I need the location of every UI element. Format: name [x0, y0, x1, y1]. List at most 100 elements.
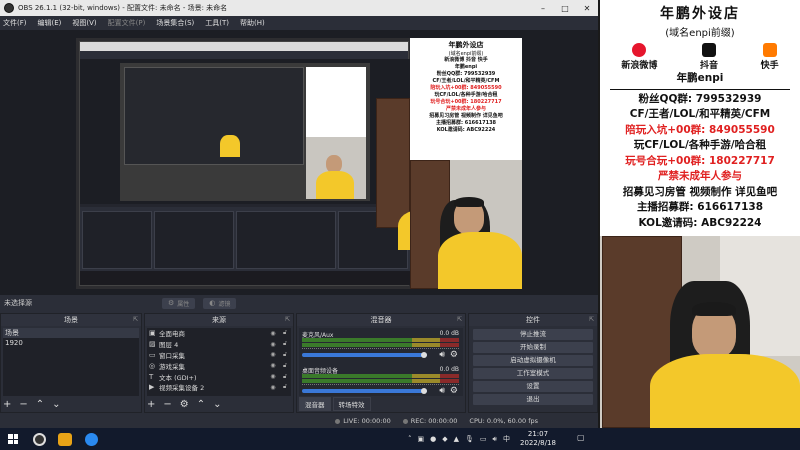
browser-taskbar-icon[interactable] [78, 428, 104, 450]
lock-icon[interactable]: 🔓︎ [279, 351, 291, 359]
remove-scene-button[interactable]: − [19, 399, 27, 410]
volume-slider-handle[interactable] [421, 352, 427, 358]
tab-mixer[interactable]: 混音器 [299, 397, 331, 411]
no-source-label: 未选择源 [4, 299, 32, 307]
speaker-icon[interactable]: 🔊︎ [439, 386, 445, 396]
eye-icon[interactable]: ◉ [267, 384, 279, 391]
source-item[interactable]: ◎ 游戏采集 ◉ 🔓︎ [147, 360, 291, 371]
controls-header: 控件 ⇱ [469, 314, 597, 326]
menu-tools[interactable]: 工具(T) [205, 18, 229, 28]
dock-float-icon[interactable]: ⇱ [457, 314, 462, 326]
tray-app-icon[interactable]: ● [430, 435, 436, 443]
studio-mode-button[interactable]: 工作室模式 [473, 368, 593, 379]
app-taskbar-icon[interactable] [52, 428, 78, 450]
menu-scene-collection[interactable]: 场景集合(S) [156, 18, 194, 28]
microphone-icon[interactable]: 🎙︎ [465, 435, 474, 443]
tab-transitions[interactable]: 转场特效 [332, 397, 371, 411]
move-up-icon[interactable]: ⌃ [36, 399, 44, 410]
rec-status: REC: 00:00:00 [402, 417, 457, 425]
clock[interactable]: 21:07 2022/8/18 [520, 430, 556, 448]
source-item[interactable]: T 文本 (GDI+) ◉ 🔓︎ [147, 371, 291, 382]
scene-item[interactable]: 场景 [3, 328, 139, 338]
minor-warning: 严禁未成年人参与 [658, 170, 742, 182]
move-up-icon[interactable]: ⌃ [197, 399, 205, 410]
menu-help[interactable]: 帮助(H) [240, 18, 265, 28]
lock-icon[interactable]: 🔓︎ [279, 373, 291, 381]
lock-icon[interactable]: 🔓︎ [279, 340, 291, 348]
game-capture-icon: ◎ [149, 361, 156, 370]
tray-app-icon[interactable]: ▣ [418, 435, 425, 443]
start-button[interactable] [0, 428, 26, 450]
minimize-button[interactable]: – [532, 4, 554, 13]
dock-float-icon[interactable]: ⇱ [285, 314, 290, 326]
host-recruit-group: 主播招募群: 616617138 [636, 201, 764, 213]
add-scene-button[interactable]: + [3, 399, 11, 410]
eye-icon[interactable]: ◉ [267, 373, 279, 380]
nested-menu-bar [80, 51, 408, 59]
add-source-button[interactable]: + [147, 399, 155, 410]
eye-icon[interactable]: ◉ [267, 362, 279, 369]
eye-icon[interactable]: ◉ [267, 341, 279, 348]
chevron-up-icon[interactable]: ˄ [408, 435, 412, 443]
kuaishou-icon [762, 43, 777, 57]
move-down-icon[interactable]: ⌄ [213, 399, 221, 410]
filters-button[interactable]: ◐ 滤镜 [203, 297, 237, 309]
volume-slider-handle[interactable] [421, 388, 427, 394]
social-kuaishou: 快手 [761, 43, 779, 71]
menu-edit[interactable]: 编辑(E) [38, 18, 62, 28]
text-icon: T [149, 372, 154, 381]
menu-profile[interactable]: 配置文件(P) [108, 18, 146, 28]
preview-area[interactable]: 年鹏外设店 (域名enpi前缀) 新浪微博 抖音 快手 年鹏enpi 粉丝QQ群… [0, 30, 598, 295]
preview-canvas[interactable]: 年鹏外设店 (域名enpi前缀) 新浪微博 抖音 快手 年鹏enpi 粉丝QQ群… [76, 38, 522, 289]
menu-view[interactable]: 视图(V) [72, 18, 96, 28]
maximize-button[interactable]: □ [554, 4, 576, 13]
speaker-icon[interactable]: 🔊︎ [439, 350, 445, 360]
settings-button[interactable]: 设置 [473, 381, 593, 392]
tray-app-icon[interactable]: ◆ [442, 435, 447, 443]
scene-item[interactable]: 1920 [3, 338, 139, 348]
nested-mini-webcam [306, 137, 366, 199]
tray-app-icon[interactable]: ▲ [454, 435, 459, 443]
lock-icon[interactable]: 🔓︎ [279, 383, 291, 391]
start-virtual-camera-button[interactable]: 启动虚拟摄像机 [473, 355, 593, 366]
obs-taskbar-icon[interactable] [26, 428, 52, 450]
title-bar[interactable]: OBS 26.1.1 (32-bit, windows) - 配置文件: 未命名… [0, 0, 598, 16]
close-button[interactable]: ✕ [576, 4, 598, 13]
gear-icon[interactable]: ⚙ [450, 386, 458, 396]
ime-indicator[interactable]: 中 [503, 434, 510, 444]
clock-time: 21:07 [527, 430, 549, 438]
gear-icon[interactable]: ⚙ [450, 350, 458, 360]
speaker-icon[interactable]: 🔊︎ [493, 435, 497, 444]
gear-icon[interactable]: ⚙ [180, 399, 189, 410]
dock-float-icon[interactable]: ⇱ [589, 314, 594, 326]
scenes-title: 场景 [64, 316, 78, 324]
lock-icon[interactable]: 🔓︎ [279, 362, 291, 370]
image-icon: ▨ [149, 340, 156, 349]
source-item[interactable]: ▨ 图层 4 ◉ 🔓︎ [147, 339, 291, 350]
display-capture-icon: ▣ [149, 329, 156, 338]
remove-source-button[interactable]: − [163, 399, 171, 410]
move-down-icon[interactable]: ⌄ [52, 399, 60, 410]
mini-overlay-row: 招募见习房管 视频制作 详见鱼吧 [429, 113, 503, 119]
start-recording-button[interactable]: 开始录制 [473, 342, 593, 353]
meter-ticks [302, 348, 459, 351]
source-item[interactable]: ▣ 全面电商 ◉ 🔓︎ [147, 328, 291, 339]
eye-icon[interactable]: ◉ [267, 351, 279, 358]
volume-slider[interactable] [302, 353, 427, 357]
stop-streaming-button[interactable]: 停止推流 [473, 329, 593, 340]
windows-taskbar: ˄ ▣ ● ◆ ▲ 🎙︎ ▭ 🔊︎ 中 21:07 2022/8/18 ▢ [0, 428, 800, 450]
source-item[interactable]: ▭ 窗口采集 ◉ 🔓︎ [147, 350, 291, 361]
scenes-header: 场景 ⇱ [1, 314, 141, 326]
menu-file[interactable]: 文件(F) [3, 18, 27, 28]
exit-button[interactable]: 退出 [473, 394, 593, 405]
dock-float-icon[interactable]: ⇱ [133, 314, 138, 326]
eye-icon[interactable]: ◉ [267, 330, 279, 337]
nested-docks [80, 207, 410, 272]
notification-icon[interactable]: ▢ [577, 433, 585, 442]
lock-icon[interactable]: 🔓︎ [279, 329, 291, 337]
battery-icon[interactable]: ▭ [480, 435, 487, 443]
sources-header: 来源 ⇱ [145, 314, 293, 326]
volume-slider[interactable] [302, 389, 427, 393]
properties-button[interactable]: ⚙ 属性 [162, 297, 196, 309]
source-item[interactable]: ▶ 视频采集设备 2 ◉ 🔓︎ [147, 382, 291, 393]
